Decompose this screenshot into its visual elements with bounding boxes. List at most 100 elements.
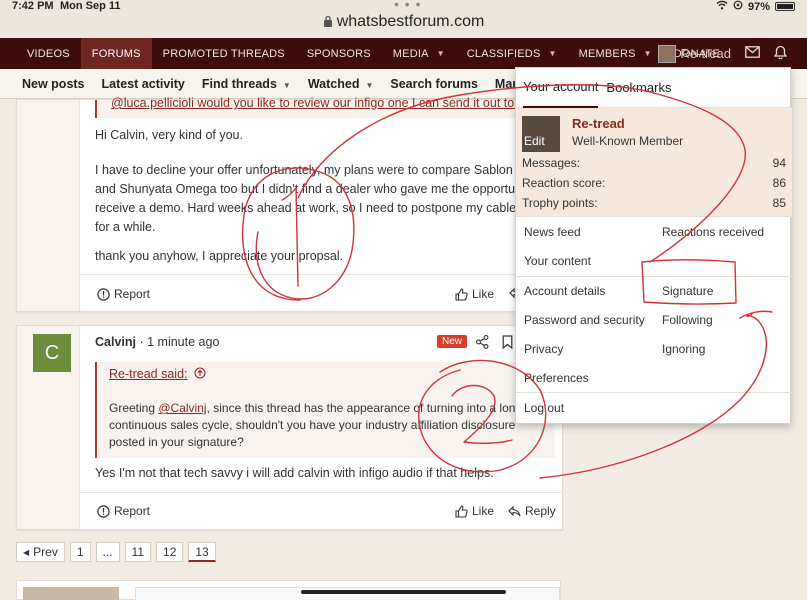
nav-username: Re-tread: [680, 46, 731, 61]
page-link[interactable]: 12: [156, 542, 184, 562]
subnav-new-posts[interactable]: New posts: [22, 77, 85, 91]
quote-line: Greeting @Calvinj, since this thread has…: [109, 400, 522, 417]
report-link[interactable]: Report: [97, 504, 150, 518]
inbox-icon[interactable]: [745, 46, 760, 61]
report-link[interactable]: Report: [97, 287, 150, 301]
bell-icon[interactable]: [773, 45, 788, 62]
scroll-indicator: [301, 590, 506, 594]
arrow-up-circle-icon[interactable]: [194, 367, 206, 379]
nav-tab-promoted-threads[interactable]: PROMOTED THREADS: [152, 38, 296, 69]
subnav-search-forums[interactable]: Search forums: [390, 77, 478, 91]
battery-icon: [775, 2, 795, 11]
nav-tab-media[interactable]: MEDIA ▼: [382, 38, 456, 69]
pagination: ◀ Prev 1 ... 11 12 13: [16, 542, 216, 562]
quote-text: , since this thread has the appearance o…: [206, 401, 523, 415]
bookmark-icon[interactable]: [502, 335, 513, 354]
main-nav: VIDEOS FORUMS PROMOTED THREADS SPONSORS …: [0, 38, 807, 69]
menu-news-feed[interactable]: News feed: [524, 225, 581, 239]
like-button[interactable]: Like: [455, 287, 494, 301]
profile-name[interactable]: Re-tread: [572, 116, 625, 131]
avatar: [658, 44, 677, 63]
post-user-column: [17, 100, 80, 311]
menu-ignoring[interactable]: Ignoring: [662, 342, 705, 356]
stat-reaction-score[interactable]: Reaction score: 86: [522, 176, 786, 190]
edit-avatar-link[interactable]: Edit: [524, 134, 545, 148]
like-label: Like: [472, 287, 495, 301]
status-bar: 7:42 PM Mon Sep 11 • • • whatsbestforum.…: [0, 0, 807, 38]
menu-your-content[interactable]: Your content: [524, 254, 591, 268]
lock-icon: [323, 15, 332, 27]
menu-password-security[interactable]: Password and security: [524, 313, 645, 327]
nav-tab-sponsors[interactable]: SPONSORS: [296, 38, 382, 69]
tab-bookmarks[interactable]: Bookmarks: [606, 68, 671, 108]
page-current[interactable]: 13: [188, 542, 216, 562]
subnav-latest-activity[interactable]: Latest activity: [102, 77, 185, 91]
reply-button[interactable]: Reply: [508, 504, 556, 518]
subnav-find-threads[interactable]: Find threads ▼: [202, 77, 291, 91]
post-author[interactable]: Calvinj: [95, 335, 136, 349]
report-icon: [97, 504, 110, 518]
nav-tab-videos[interactable]: VIDEOS: [16, 38, 81, 69]
nav-tab-label: FORUMS: [91, 47, 141, 60]
tab-your-account[interactable]: Your account: [523, 68, 599, 108]
chevron-down-icon[interactable]: ▼: [365, 81, 373, 90]
stat-value: 86: [772, 176, 786, 190]
page-link[interactable]: 1: [69, 542, 91, 562]
quoted-mention[interactable]: @luca.pellicioli would you like to revie…: [111, 94, 521, 113]
menu-signature[interactable]: Signature: [662, 284, 713, 298]
page-ellipsis[interactable]: ...: [95, 542, 120, 562]
multitask-dots-icon[interactable]: • • •: [394, 0, 421, 12]
stat-messages[interactable]: Messages: 94: [522, 156, 786, 170]
menu-privacy[interactable]: Privacy: [524, 342, 563, 356]
subnav-watched[interactable]: Watched ▼: [308, 77, 374, 91]
chevron-down-icon[interactable]: ▼: [283, 81, 291, 90]
like-button[interactable]: Like: [455, 504, 494, 518]
menu-reactions-received[interactable]: Reactions received: [662, 225, 764, 239]
page-link[interactable]: 11: [124, 542, 152, 562]
menu-log-out[interactable]: Log out: [524, 401, 564, 415]
mention-link[interactable]: @Calvinj: [158, 401, 206, 415]
profile-summary: Edit Re-tread Well-Known Member Messages…: [516, 108, 792, 216]
nav-user-area: Re-tread: [658, 38, 788, 69]
nav-tab-label: CLASSIFIEDS: [466, 47, 541, 60]
quote-header[interactable]: Re-tread said:: [109, 365, 206, 384]
like-label: Like: [472, 504, 495, 518]
reply-icon: [508, 505, 521, 516]
stat-value: 85: [772, 196, 786, 210]
nav-tab-label: SPONSORS: [306, 47, 371, 60]
stat-trophy-points[interactable]: Trophy points: 85: [522, 196, 786, 210]
post-greeting: Hi Calvin, very kind of you.: [95, 128, 243, 142]
divider: [516, 276, 792, 277]
chevron-down-icon[interactable]: ▼: [549, 49, 557, 58]
post-body: Yes I'm not that tech savvy i will add c…: [95, 466, 494, 480]
stat-label: Messages:: [522, 156, 581, 170]
url-text: whatsbestforum.com: [336, 13, 485, 30]
thumbs-up-icon: [455, 504, 468, 518]
menu-account-details[interactable]: Account details: [524, 284, 605, 298]
post-paragraph: thank you anyhow, I appreciate your prop…: [95, 249, 344, 263]
quote-box: @luca.pellicioli would you like to revie…: [95, 96, 535, 118]
nav-tab-classifieds[interactable]: CLASSIFIEDS ▼: [456, 38, 568, 69]
avatar[interactable]: C: [33, 334, 71, 372]
menu-following[interactable]: Following: [662, 313, 713, 327]
post-line: I have to decline your offer unfortunate…: [95, 163, 513, 177]
system-indicators: 97%: [716, 0, 795, 13]
divider: [80, 274, 563, 275]
nav-tab-label: MEDIA: [392, 47, 429, 60]
post-line: for a while.: [95, 220, 156, 234]
chevron-down-icon[interactable]: ▼: [437, 49, 445, 58]
post-card: C Calvinj · 1 minute ago New Re-tread sa…: [16, 325, 563, 530]
share-icon[interactable]: [476, 335, 489, 354]
quote-author-link[interactable]: Re-tread said:: [109, 367, 188, 381]
quick-reply-box[interactable]: [16, 580, 561, 600]
account-dropdown: Your account Bookmarks Edit Re-tread Wel…: [515, 67, 792, 424]
nav-tab-members[interactable]: MEMBERS ▼: [568, 38, 663, 69]
nav-tab-forums[interactable]: FORUMS: [80, 38, 152, 69]
account-menu-button[interactable]: Re-tread: [658, 44, 731, 63]
chevron-down-icon[interactable]: ▼: [644, 49, 652, 58]
menu-preferences[interactable]: Preferences: [524, 371, 589, 385]
quote-line: continuous sales cycle, shouldn't you ha…: [109, 418, 516, 432]
prev-page-button[interactable]: ◀ Prev: [16, 542, 65, 562]
address-bar[interactable]: whatsbestforum.com: [0, 13, 807, 31]
post-time[interactable]: · 1 minute ago: [139, 335, 219, 349]
